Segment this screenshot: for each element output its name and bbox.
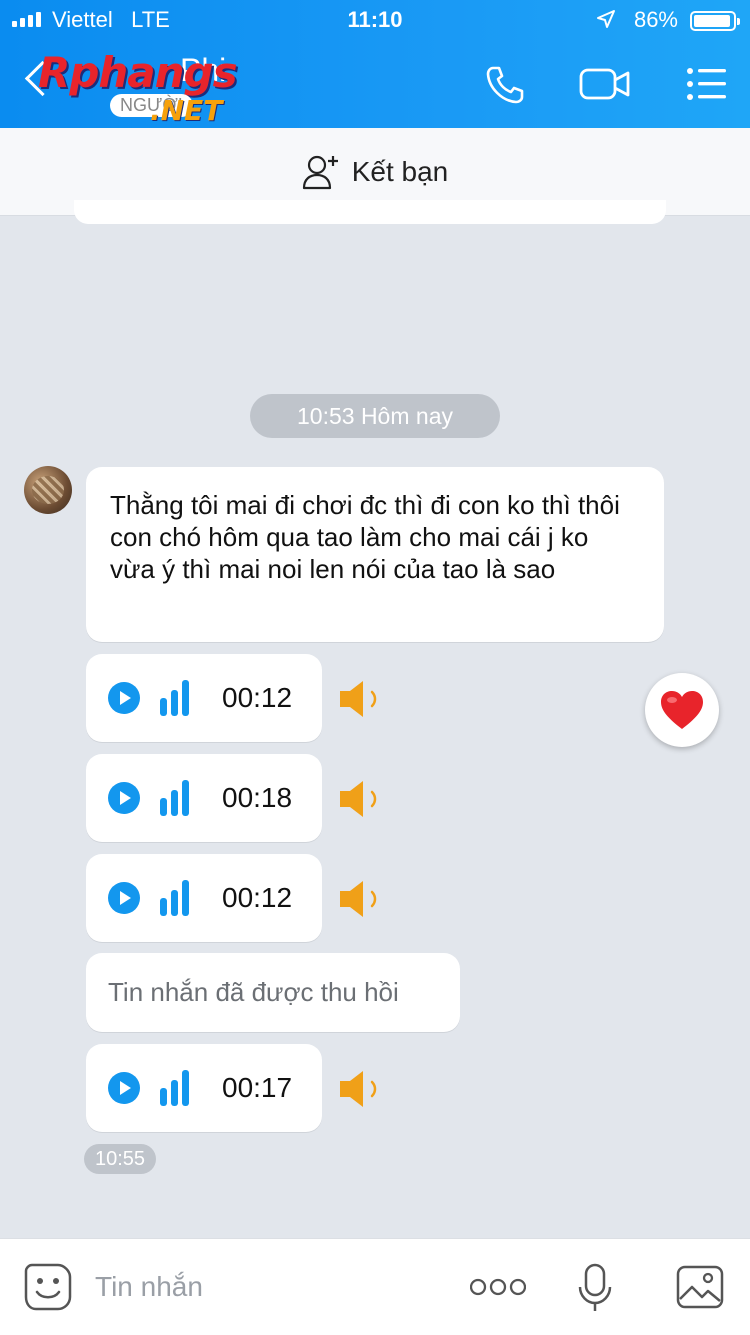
location-arrow-icon	[597, 10, 615, 28]
message-input[interactable]: Tin nhắn	[95, 1271, 203, 1303]
sticker-icon[interactable]	[24, 1263, 72, 1311]
play-icon[interactable]	[108, 682, 140, 714]
audio-bars-icon	[160, 880, 194, 916]
voice-duration: 00:12	[222, 682, 293, 713]
voice-message-bubble[interactable]: 00:18	[86, 754, 322, 842]
voice-duration: 00:17	[222, 1072, 293, 1103]
speaker-icon[interactable]	[336, 778, 386, 820]
voice-message-bubble[interactable]: 00:12	[86, 854, 322, 942]
status-bar: Viettel LTE 11:10 86%	[0, 0, 750, 40]
audio-bars-icon	[160, 1070, 194, 1106]
more-dots-icon[interactable]	[470, 1277, 526, 1297]
watermark-domain: .NET	[150, 94, 223, 127]
image-icon[interactable]	[676, 1265, 724, 1309]
play-icon[interactable]	[108, 782, 140, 814]
menu-list-icon[interactable]	[686, 64, 728, 104]
watermark-logo: Rphangs NGƯỜI .NET	[38, 48, 278, 128]
speaker-icon[interactable]	[336, 1068, 386, 1110]
reaction-button[interactable]	[645, 673, 719, 747]
voice-duration: 00:18	[222, 782, 293, 813]
watermark-brand: Rphangs	[38, 48, 238, 97]
text-message-bubble[interactable]: Thằng tôi mai đi chơi đc thì đi con ko t…	[86, 467, 664, 642]
audio-bars-icon	[160, 780, 194, 816]
avatar[interactable]	[24, 466, 72, 514]
speaker-icon[interactable]	[336, 878, 386, 920]
voice-message-bubble[interactable]: 00:17	[86, 1044, 322, 1132]
battery-percent: 86%	[633, 7, 678, 32]
date-separator: 10:53 Hôm nay	[250, 394, 500, 438]
heart-icon	[661, 691, 703, 729]
voice-message-bubble[interactable]: 00:12	[86, 654, 322, 742]
phone-icon[interactable]	[484, 64, 526, 106]
microphone-icon[interactable]	[578, 1263, 612, 1313]
add-friend-label: Kết bạn	[351, 155, 449, 187]
composer-bar: Tin nhắn	[0, 1238, 750, 1335]
top-header: Viettel LTE 11:10 86% Phi Rphangs NGƯỜI …	[0, 0, 750, 128]
previous-message-bubble	[74, 200, 666, 224]
play-icon[interactable]	[108, 882, 140, 914]
add-user-icon	[302, 155, 338, 189]
speaker-icon[interactable]	[336, 678, 386, 720]
message-time: 10:55	[84, 1144, 156, 1174]
voice-duration: 00:12	[222, 882, 293, 913]
video-camera-icon[interactable]	[578, 64, 632, 104]
audio-bars-icon	[160, 680, 194, 716]
recalled-message-bubble[interactable]: Tin nhắn đã được thu hồi	[86, 953, 460, 1032]
battery-icon	[690, 11, 740, 31]
play-icon[interactable]	[108, 1072, 140, 1104]
